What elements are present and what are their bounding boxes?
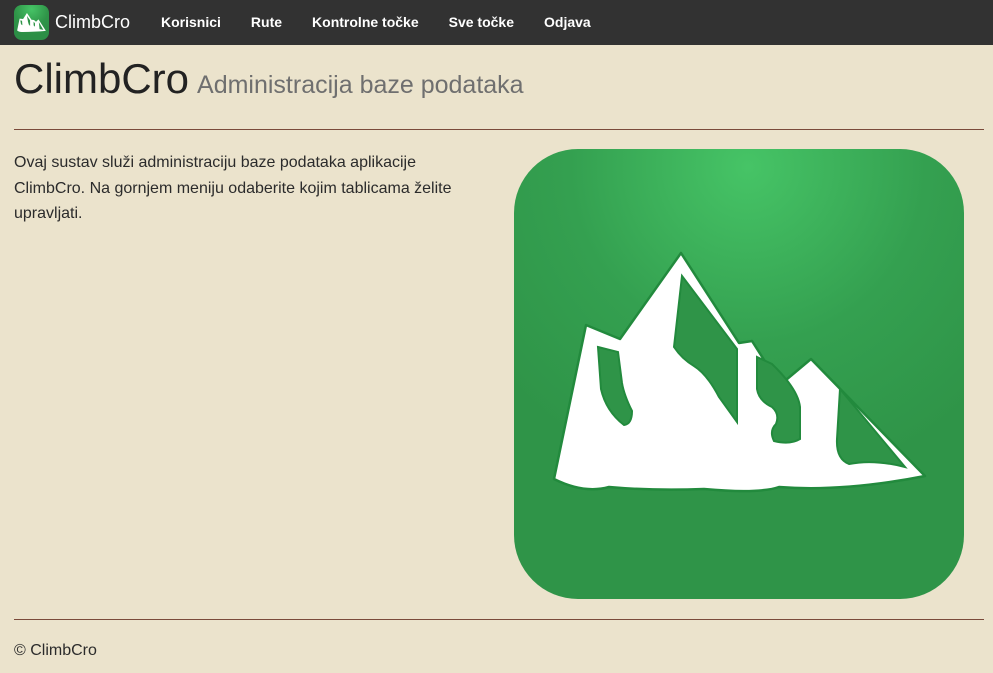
page-title: ClimbCro Administracija baze podataka [14, 53, 984, 111]
mountain-icon [514, 149, 964, 599]
footer-copyright: © ClimbCro [14, 642, 97, 659]
top-navbar: ClimbCro Korisnici Rute Kontrolne točke … [0, 0, 993, 45]
nav-link-rute[interactable]: Rute [236, 0, 297, 45]
nav-link-sve-tocke[interactable]: Sve točke [434, 0, 529, 45]
page-title-text: ClimbCro [14, 55, 190, 102]
footer-divider [14, 619, 984, 620]
nav-menu: Korisnici Rute Kontrolne točke Sve točke… [146, 0, 606, 45]
intro-text: Ovaj sustav služi administraciju baze po… [14, 154, 452, 222]
page-header: ClimbCro Administracija baze podataka [14, 53, 984, 130]
brand-name: ClimbCro [55, 12, 131, 32]
nav-link-korisnici[interactable]: Korisnici [146, 0, 236, 45]
nav-link-odjava[interactable]: Odjava [529, 0, 606, 45]
brand-link[interactable]: ClimbCro [0, 0, 130, 45]
page-subtitle: Administracija baze podataka [197, 71, 524, 99]
nav-link-kontrolne-tocke[interactable]: Kontrolne točke [297, 0, 434, 45]
mountain-icon [14, 5, 49, 40]
